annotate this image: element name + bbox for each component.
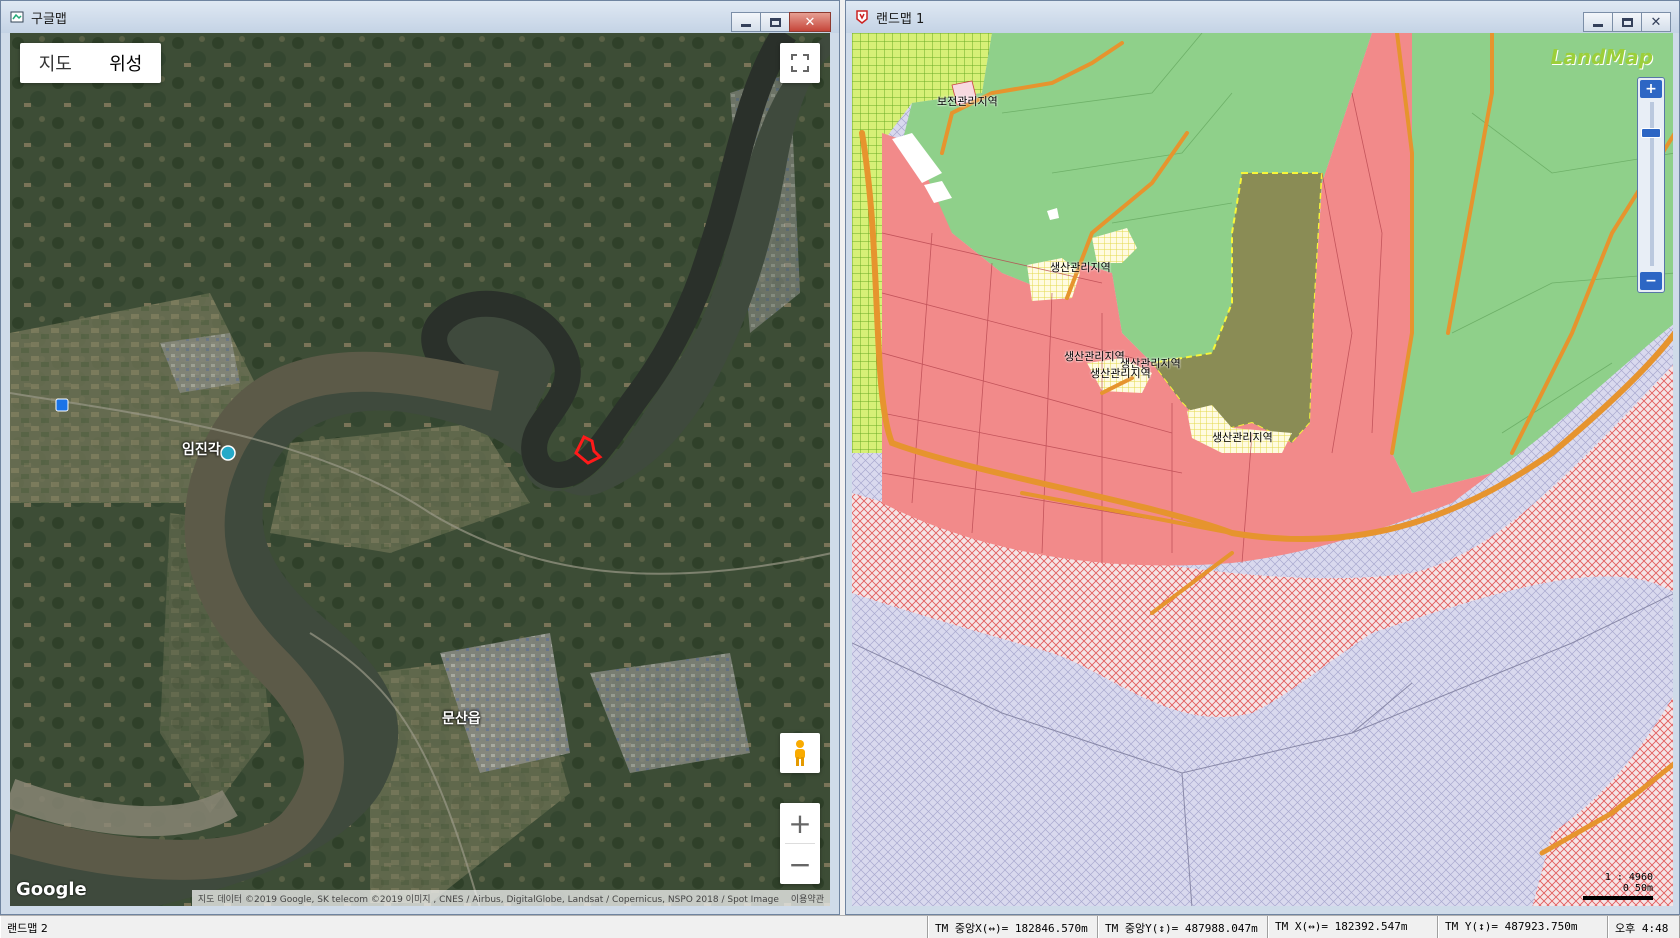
map-type-satellite-button[interactable]: 위성 bbox=[91, 50, 162, 76]
fullscreen-icon bbox=[791, 54, 809, 72]
pegman-icon bbox=[795, 740, 805, 766]
landmap-zoom-slider[interactable] bbox=[1641, 128, 1661, 138]
scale-indicator: 1 : 4960 0 50m bbox=[1583, 872, 1653, 900]
close-icon: ✕ bbox=[1650, 14, 1662, 30]
titlebar[interactable]: 구글맵 ✕ bbox=[1, 1, 839, 33]
landmap-zoom-control: + − bbox=[1637, 77, 1665, 293]
landmap-zoom-track[interactable] bbox=[1650, 102, 1654, 266]
map-viewport[interactable]: LandMap + − 보전관리지역 생산관리지역 생산관리지역 생산관리지역 … bbox=[852, 33, 1673, 906]
fullscreen-button[interactable] bbox=[780, 43, 820, 83]
map-type-map-button[interactable]: 지도 bbox=[20, 50, 91, 76]
landmap-window: 랜드맵 1 ✕ LandMap + − 보전관리지역 생산관리지역 생산관리지역… bbox=[845, 0, 1680, 915]
minimize-button[interactable] bbox=[1583, 12, 1613, 32]
zone-label-production: 생산관리지역 bbox=[1064, 350, 1125, 363]
terms-link[interactable]: 이용약관 bbox=[791, 892, 824, 905]
app-icon bbox=[854, 9, 870, 25]
maximize-icon bbox=[769, 17, 781, 27]
status-tm-x: TM X(↔)= 182392.547m bbox=[1268, 916, 1438, 938]
attribution-bar: 지도 데이터 ©2019 Google, SK telecom ©2019 이미… bbox=[191, 890, 830, 906]
zoom-out-button[interactable]: − bbox=[780, 844, 820, 884]
scale-distance: 0 50m bbox=[1622, 883, 1653, 894]
zone-label-production: 생산관리지역 bbox=[1212, 431, 1273, 444]
zoom-in-button[interactable]: + bbox=[780, 803, 820, 843]
zoning-map bbox=[852, 33, 1673, 906]
google-logo: Google bbox=[16, 879, 87, 900]
landmap-zoom-out-button[interactable]: − bbox=[1640, 272, 1662, 290]
place-label-munsan: 문산읍 bbox=[442, 711, 481, 727]
attribution-text: 지도 데이터 ©2019 Google, SK telecom ©2019 이미… bbox=[197, 895, 779, 905]
window-title: 랜드맵 1 bbox=[876, 11, 925, 27]
satellite-image bbox=[10, 33, 830, 906]
street-view-pegman[interactable] bbox=[780, 733, 820, 773]
zone-label-preservation: 보전관리지역 bbox=[937, 95, 998, 108]
map-type-control: 지도 위성 bbox=[20, 43, 161, 83]
minimize-button[interactable] bbox=[731, 12, 761, 32]
status-app-name: 랜드맵 2 bbox=[0, 916, 928, 938]
landmap-canvas[interactable]: LandMap + − 보전관리지역 생산관리지역 생산관리지역 생산관리지역 … bbox=[852, 33, 1673, 906]
status-tm-y: TM Y(↕)= 487923.750m bbox=[1438, 916, 1608, 938]
status-tm-center-x: TM 중앙X(↔)= 182846.570m bbox=[928, 916, 1098, 938]
maximize-button[interactable] bbox=[1612, 12, 1642, 32]
landmap-logo: LandMap bbox=[1550, 45, 1653, 69]
map-viewport[interactable]: 지도 위성 임진각 문산읍 + − Google 지도 데이터 ©2019 Go… bbox=[10, 33, 830, 906]
titlebar[interactable]: 랜드맵 1 ✕ bbox=[846, 1, 1679, 33]
scale-ratio: 1 : 4960 bbox=[1604, 872, 1653, 883]
window-title: 구글맵 bbox=[31, 11, 67, 27]
zoom-control: + − bbox=[780, 803, 820, 884]
status-clock: 오후 4:48 bbox=[1608, 916, 1680, 938]
google-map-window: 구글맵 ✕ 지도 위성 임진각 문산읍 + − Google 지도 데이터 ©2… bbox=[0, 0, 840, 915]
scale-bar bbox=[1583, 896, 1653, 900]
close-button[interactable]: ✕ bbox=[1641, 12, 1671, 32]
place-label-imjingak: 임진각 bbox=[182, 442, 221, 458]
app-icon bbox=[9, 9, 25, 25]
minimize-icon bbox=[741, 23, 751, 27]
maximize-icon bbox=[1621, 17, 1633, 27]
status-tm-center-y: TM 중앙Y(↕)= 487988.047m bbox=[1098, 916, 1268, 938]
landmap-zoom-in-button[interactable]: + bbox=[1640, 80, 1662, 98]
zone-label-production: 생산관리지역 bbox=[1050, 261, 1111, 274]
close-icon: ✕ bbox=[804, 14, 816, 30]
satellite-imagery[interactable] bbox=[10, 33, 830, 906]
minimize-icon bbox=[1593, 23, 1603, 27]
status-bar: 랜드맵 2 TM 중앙X(↔)= 182846.570m TM 중앙Y(↕)= … bbox=[0, 915, 1680, 938]
close-button[interactable]: ✕ bbox=[789, 12, 831, 32]
zone-label-production: 생산관리지역 bbox=[1090, 367, 1151, 380]
maximize-button[interactable] bbox=[760, 12, 790, 32]
